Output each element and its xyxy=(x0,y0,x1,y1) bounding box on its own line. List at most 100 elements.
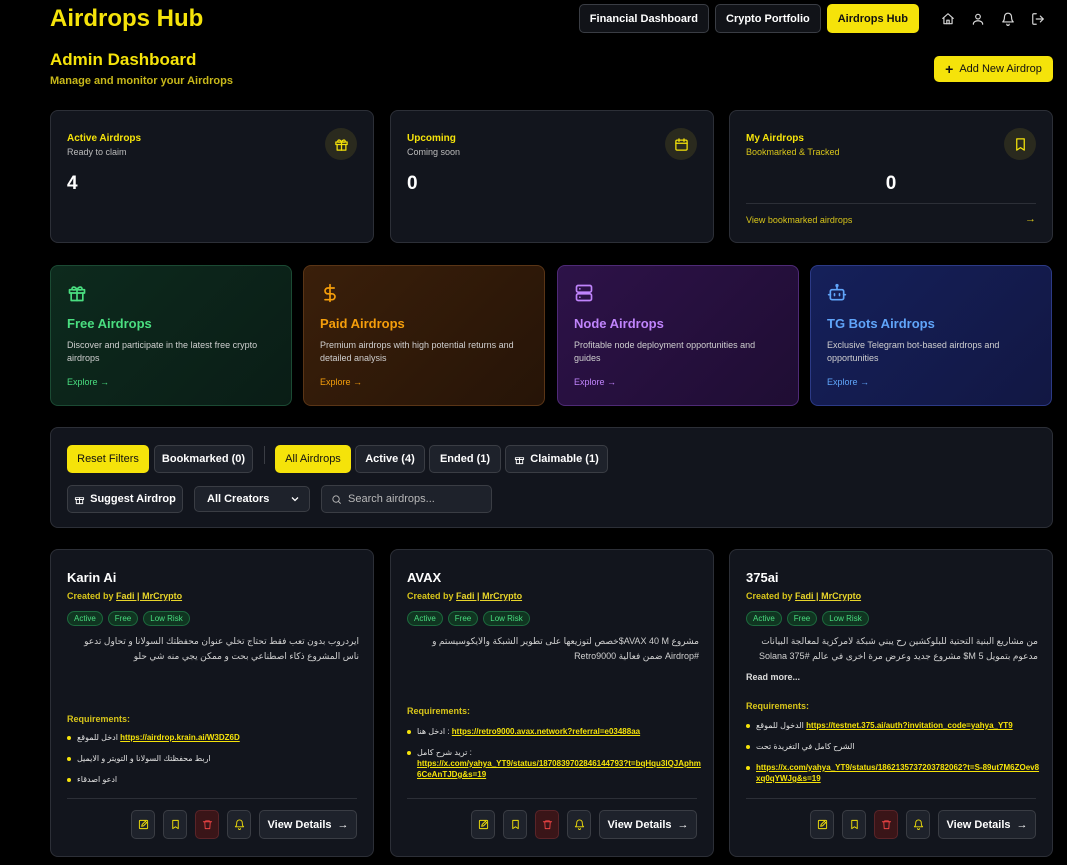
edit-button[interactable] xyxy=(131,810,155,839)
chevron-down-icon xyxy=(289,493,301,508)
risk-badge: Low Risk xyxy=(143,611,190,626)
arrow-right-icon: → xyxy=(677,818,689,831)
search-box[interactable] xyxy=(321,485,492,513)
read-more-link[interactable]: Read more... xyxy=(746,672,800,682)
search-input[interactable] xyxy=(348,486,488,512)
stat-active-airdrops: Active Airdrops Ready to claim 4 xyxy=(50,110,374,243)
category-title: Node Airdrops xyxy=(574,316,664,331)
nav-crypto-portfolio[interactable]: Crypto Portfolio xyxy=(715,4,821,33)
card-tags: Active Free Low Risk xyxy=(407,611,535,626)
requirement-link[interactable]: https://x.com/yahya_YT9/status/187083970… xyxy=(417,759,701,779)
delete-button[interactable] xyxy=(195,810,219,839)
logout-icon[interactable] xyxy=(1025,4,1051,33)
list-item: https://x.com/yahya_YT9/status/186213573… xyxy=(746,762,1042,784)
bell-icon[interactable] xyxy=(995,4,1021,33)
home-icon[interactable] xyxy=(935,4,961,33)
requirements-list: ادخل للموقع https://airdrop.krain.ai/W3D… xyxy=(67,732,363,795)
created-by-label: Created by xyxy=(67,591,114,601)
bookmarked-filter-button[interactable]: Bookmarked (0) xyxy=(154,445,253,473)
requirement-link[interactable]: https://retro9000.avax.network?referral=… xyxy=(452,727,640,736)
edit-button[interactable] xyxy=(471,810,495,839)
stat-subtitle: Coming soon xyxy=(407,147,461,157)
list-item: الشرح كامل في التغريدة تحت xyxy=(746,741,1042,752)
category-description: Profitable node deployment opportunities… xyxy=(574,340,756,363)
list-item: الدخول للموقع https://testnet.375.ai/aut… xyxy=(746,720,1042,731)
requirement-text: ادخل للموقع xyxy=(77,733,118,742)
card-creator: Created by Fadi | MrCrypto xyxy=(407,591,522,601)
category-tg-bots-airdrops[interactable]: TG Bots Airdrops Exclusive Telegram bot-… xyxy=(810,265,1052,406)
requirement-link[interactable]: https://airdrop.krain.ai/W3DZ6D xyxy=(120,733,240,742)
nav-financial-dashboard[interactable]: Financial Dashboard xyxy=(578,4,709,33)
type-badge: Free xyxy=(447,611,479,626)
view-details-label: View Details xyxy=(607,818,672,831)
type-badge: Free xyxy=(107,611,139,626)
nav-airdrops-hub[interactable]: Airdrops Hub xyxy=(826,4,919,33)
category-paid-airdrops[interactable]: Paid Airdrops Premium airdrops with high… xyxy=(303,265,545,406)
card-creator: Created by Fadi | MrCrypto xyxy=(67,591,182,601)
add-new-airdrop-button[interactable]: + Add New Airdrop xyxy=(934,56,1053,82)
delete-button[interactable] xyxy=(874,810,898,839)
notify-button[interactable] xyxy=(567,810,591,839)
card-actions: View Details → xyxy=(810,810,1036,839)
edit-button[interactable] xyxy=(810,810,834,839)
airdrop-card-375ai: 375ai Created by Fadi | MrCrypto Active … xyxy=(729,549,1053,857)
explore-link[interactable]: Explore → xyxy=(827,377,869,387)
card-title: AVAX xyxy=(407,570,442,585)
gift-icon xyxy=(325,128,357,160)
arrow-right-icon[interactable]: → xyxy=(1025,213,1036,225)
category-free-airdrops[interactable]: Free Airdrops Discover and participate i… xyxy=(50,265,292,406)
active-filter-button[interactable]: Active (4) xyxy=(355,445,425,473)
creators-select[interactable]: All Creators xyxy=(194,486,310,512)
gift-icon xyxy=(515,456,525,464)
edit-icon xyxy=(817,819,827,830)
delete-button[interactable] xyxy=(535,810,559,839)
creator-link[interactable]: Fadi | MrCrypto xyxy=(116,591,182,601)
bookmark-button[interactable] xyxy=(503,810,527,839)
requirement-link[interactable]: https://testnet.375.ai/auth?invitation_c… xyxy=(806,721,1013,730)
gift-icon xyxy=(75,496,85,504)
view-details-button[interactable]: View Details → xyxy=(599,810,697,839)
view-details-button[interactable]: View Details → xyxy=(259,810,357,839)
server-icon xyxy=(574,283,594,308)
explore-link[interactable]: Explore → xyxy=(574,377,616,387)
stat-my-airdrops: My Airdrops Bookmarked & Tracked 0 View … xyxy=(729,110,1053,243)
bell-icon xyxy=(574,819,584,830)
list-item: ادخل هنا : https://retro9000.avax.networ… xyxy=(407,726,703,737)
notify-button[interactable] xyxy=(227,810,251,839)
notify-button[interactable] xyxy=(906,810,930,839)
bookmark-button[interactable] xyxy=(163,810,187,839)
claimable-filter-button[interactable]: Claimable (1) xyxy=(505,445,608,473)
card-actions: View Details → xyxy=(471,810,697,839)
category-node-airdrops[interactable]: Node Airdrops Profitable node deployment… xyxy=(557,265,799,406)
list-item: تريد شرح كامل : https://x.com/yahya_YT9/s… xyxy=(407,747,703,780)
risk-badge: Low Risk xyxy=(822,611,869,626)
card-creator: Created by Fadi | MrCrypto xyxy=(746,591,861,601)
bookmark-button[interactable] xyxy=(842,810,866,839)
card-title: Karin Ai xyxy=(67,570,117,585)
card-description: من مشاريع البنية التحتية للبلوكشين رح يب… xyxy=(759,636,1038,661)
suggest-airdrop-button[interactable]: Suggest Airdrop xyxy=(67,485,183,513)
bot-icon xyxy=(827,283,847,308)
requirement-text: تريد شرح كامل : xyxy=(417,748,472,757)
view-details-button[interactable]: View Details → xyxy=(938,810,1036,839)
category-title: Paid Airdrops xyxy=(320,316,405,331)
explore-link[interactable]: Explore → xyxy=(67,377,109,387)
requirements-list: الدخول للموقع https://testnet.375.ai/aut… xyxy=(746,720,1042,794)
ended-filter-button[interactable]: Ended (1) xyxy=(429,445,501,473)
reset-filters-button[interactable]: Reset Filters xyxy=(67,445,149,473)
risk-badge: Low Risk xyxy=(483,611,530,626)
view-bookmarked-link[interactable]: View bookmarked airdrops xyxy=(746,215,852,225)
stat-title: Upcoming xyxy=(407,133,456,144)
requirement-link[interactable]: https://x.com/yahya_YT9/status/186213573… xyxy=(756,763,1039,783)
creator-link[interactable]: Fadi | MrCrypto xyxy=(795,591,861,601)
requirements-label: Requirements: xyxy=(407,706,471,716)
creator-link[interactable]: Fadi | MrCrypto xyxy=(456,591,522,601)
card-description: مشروع AVAX 40 M$خصص لتوزيعها على تطوير ا… xyxy=(432,636,699,661)
user-icon[interactable] xyxy=(965,4,991,33)
explore-link[interactable]: Explore → xyxy=(320,377,362,387)
suggest-airdrop-label: Suggest Airdrop xyxy=(90,493,176,505)
arrow-right-icon: → xyxy=(1016,818,1028,831)
stat-title: My Airdrops xyxy=(746,133,804,144)
all-airdrops-filter-button[interactable]: All Airdrops xyxy=(275,445,351,473)
status-badge: Active xyxy=(67,611,103,626)
